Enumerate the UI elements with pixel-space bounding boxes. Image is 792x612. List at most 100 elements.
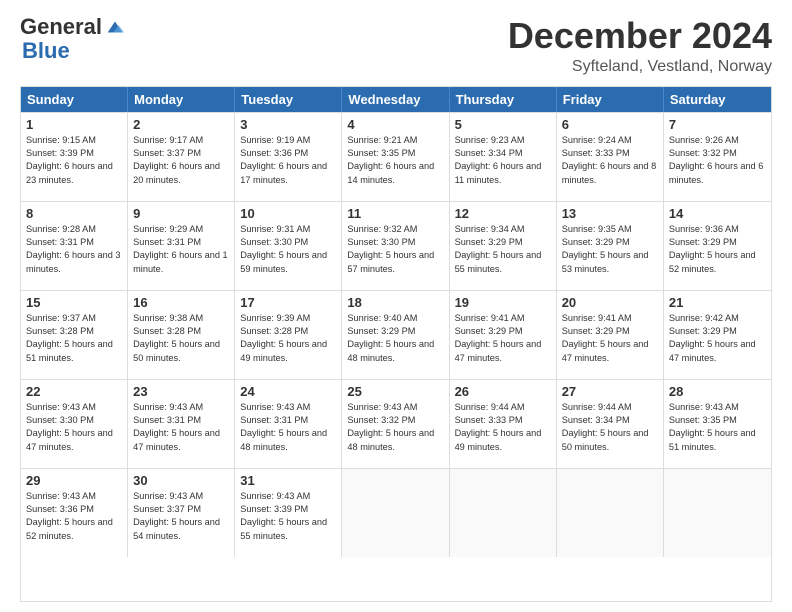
day-number: 4 [347,117,443,132]
day-cell-25: 25 Sunrise: 9:43 AM Sunset: 3:32 PM Dayli… [342,380,449,468]
day-number: 22 [26,384,122,399]
calendar-week-4: 22 Sunrise: 9:43 AM Sunset: 3:30 PM Dayli… [21,379,771,468]
day-number: 9 [133,206,229,221]
day-info: Sunrise: 9:43 AM Sunset: 3:36 PM Dayligh… [26,490,122,543]
calendar-week-5: 29Sunrise: 9:43 AM Sunset: 3:36 PM Dayli… [21,468,771,557]
empty-cell [450,469,557,557]
day-info: Sunrise: 9:34 AM Sunset: 3:29 PM Dayligh… [455,223,551,276]
day-header-thursday: Thursday [450,87,557,112]
day-cell-20: 20 Sunrise: 9:41 AM Sunset: 3:29 PM Dayli… [557,291,664,379]
day-number: 28 [669,384,766,399]
day-info: Sunrise: 9:21 AM Sunset: 3:35 PM Dayligh… [347,134,443,187]
empty-cell [557,469,664,557]
day-number: 21 [669,295,766,310]
logo: General Blue [20,16,126,64]
calendar-header-row: SundayMondayTuesdayWednesdayThursdayFrid… [21,87,771,112]
day-info: Sunrise: 9:28 AM Sunset: 3:31 PM Dayligh… [26,223,122,276]
day-number: 12 [455,206,551,221]
day-cell-11: 11 Sunrise: 9:32 AM Sunset: 3:30 PM Dayli… [342,202,449,290]
day-info: Sunrise: 9:35 AM Sunset: 3:29 PM Dayligh… [562,223,658,276]
day-info: Sunrise: 9:29 AM Sunset: 3:31 PM Dayligh… [133,223,229,276]
day-info: Sunrise: 9:24 AM Sunset: 3:33 PM Dayligh… [562,134,658,187]
day-info: Sunrise: 9:43 AM Sunset: 3:37 PM Dayligh… [133,490,229,543]
day-info: Sunrise: 9:44 AM Sunset: 3:34 PM Dayligh… [562,401,658,454]
day-info: Sunrise: 9:26 AM Sunset: 3:32 PM Dayligh… [669,134,766,187]
day-info: Sunrise: 9:32 AM Sunset: 3:30 PM Dayligh… [347,223,443,276]
day-cell-27: 27 Sunrise: 9:44 AM Sunset: 3:34 PM Dayli… [557,380,664,468]
day-info: Sunrise: 9:42 AM Sunset: 3:29 PM Dayligh… [669,312,766,365]
day-number: 2 [133,117,229,132]
logo-icon [104,16,126,38]
day-cell-13: 13Sunrise: 9:35 AM Sunset: 3:29 PM Dayli… [557,202,664,290]
day-info: Sunrise: 9:41 AM Sunset: 3:29 PM Dayligh… [562,312,658,365]
calendar-body: 1 Sunrise: 9:15 AM Sunset: 3:39 PM Daylig… [21,112,771,557]
day-cell-31: 31 Sunrise: 9:43 AM Sunset: 3:39 PM Dayli… [235,469,342,557]
day-cell-17: 17 Sunrise: 9:39 AM Sunset: 3:28 PM Dayli… [235,291,342,379]
day-number: 14 [669,206,766,221]
day-number: 27 [562,384,658,399]
day-info: Sunrise: 9:43 AM Sunset: 3:30 PM Dayligh… [26,401,122,454]
day-number: 5 [455,117,551,132]
day-cell-24: 24 Sunrise: 9:43 AM Sunset: 3:31 PM Dayli… [235,380,342,468]
month-title: December 2024 [508,16,772,56]
empty-cell [664,469,771,557]
day-header-wednesday: Wednesday [342,87,449,112]
day-number: 31 [240,473,336,488]
day-cell-23: 23 Sunrise: 9:43 AM Sunset: 3:31 PM Dayli… [128,380,235,468]
day-info: Sunrise: 9:39 AM Sunset: 3:28 PM Dayligh… [240,312,336,365]
header: General Blue December 2024 Syfteland, Ve… [20,16,772,76]
day-info: Sunrise: 9:23 AM Sunset: 3:34 PM Dayligh… [455,134,551,187]
day-header-tuesday: Tuesday [235,87,342,112]
location: Syfteland, Vestland, Norway [508,58,772,76]
day-cell-9: 9 Sunrise: 9:29 AM Sunset: 3:31 PM Daylig… [128,202,235,290]
logo-general-text: General [20,16,102,38]
day-info: Sunrise: 9:43 AM Sunset: 3:31 PM Dayligh… [240,401,336,454]
day-header-friday: Friday [557,87,664,112]
day-info: Sunrise: 9:38 AM Sunset: 3:28 PM Dayligh… [133,312,229,365]
day-number: 11 [347,206,443,221]
day-header-monday: Monday [128,87,235,112]
day-cell-22: 22 Sunrise: 9:43 AM Sunset: 3:30 PM Dayli… [21,380,128,468]
day-cell-26: 26Sunrise: 9:44 AM Sunset: 3:33 PM Dayli… [450,380,557,468]
day-cell-19: 19 Sunrise: 9:41 AM Sunset: 3:29 PM Dayli… [450,291,557,379]
day-cell-21: 21 Sunrise: 9:42 AM Sunset: 3:29 PM Dayli… [664,291,771,379]
day-cell-10: 10Sunrise: 9:31 AM Sunset: 3:30 PM Dayli… [235,202,342,290]
day-info: Sunrise: 9:43 AM Sunset: 3:35 PM Dayligh… [669,401,766,454]
day-number: 16 [133,295,229,310]
logo-blue-text: Blue [22,38,70,63]
day-cell-1: 1 Sunrise: 9:15 AM Sunset: 3:39 PM Daylig… [21,113,128,201]
header-right: December 2024 Syfteland, Vestland, Norwa… [508,16,772,76]
day-cell-28: 28 Sunrise: 9:43 AM Sunset: 3:35 PM Dayli… [664,380,771,468]
day-number: 24 [240,384,336,399]
calendar-week-3: 15Sunrise: 9:37 AM Sunset: 3:28 PM Dayli… [21,290,771,379]
day-info: Sunrise: 9:43 AM Sunset: 3:39 PM Dayligh… [240,490,336,543]
day-header-saturday: Saturday [664,87,771,112]
day-number: 26 [455,384,551,399]
day-number: 23 [133,384,229,399]
day-number: 1 [26,117,122,132]
day-cell-5: 5 Sunrise: 9:23 AM Sunset: 3:34 PM Daylig… [450,113,557,201]
day-number: 8 [26,206,122,221]
day-header-sunday: Sunday [21,87,128,112]
day-number: 30 [133,473,229,488]
calendar-week-1: 1 Sunrise: 9:15 AM Sunset: 3:39 PM Daylig… [21,112,771,201]
day-number: 20 [562,295,658,310]
day-info: Sunrise: 9:15 AM Sunset: 3:39 PM Dayligh… [26,134,122,187]
day-cell-18: 18Sunrise: 9:40 AM Sunset: 3:29 PM Dayli… [342,291,449,379]
day-info: Sunrise: 9:43 AM Sunset: 3:31 PM Dayligh… [133,401,229,454]
day-number: 10 [240,206,336,221]
day-info: Sunrise: 9:43 AM Sunset: 3:32 PM Dayligh… [347,401,443,454]
day-cell-3: 3Sunrise: 9:19 AM Sunset: 3:36 PM Daylig… [235,113,342,201]
day-info: Sunrise: 9:41 AM Sunset: 3:29 PM Dayligh… [455,312,551,365]
day-number: 19 [455,295,551,310]
day-cell-16: 16 Sunrise: 9:38 AM Sunset: 3:28 PM Dayli… [128,291,235,379]
empty-cell [342,469,449,557]
day-number: 15 [26,295,122,310]
day-cell-14: 14Sunrise: 9:36 AM Sunset: 3:29 PM Dayli… [664,202,771,290]
day-cell-30: 30 Sunrise: 9:43 AM Sunset: 3:37 PM Dayli… [128,469,235,557]
day-cell-12: 12 Sunrise: 9:34 AM Sunset: 3:29 PM Dayli… [450,202,557,290]
calendar: SundayMondayTuesdayWednesdayThursdayFrid… [20,86,772,602]
day-number: 17 [240,295,336,310]
day-cell-4: 4 Sunrise: 9:21 AM Sunset: 3:35 PM Daylig… [342,113,449,201]
day-number: 25 [347,384,443,399]
